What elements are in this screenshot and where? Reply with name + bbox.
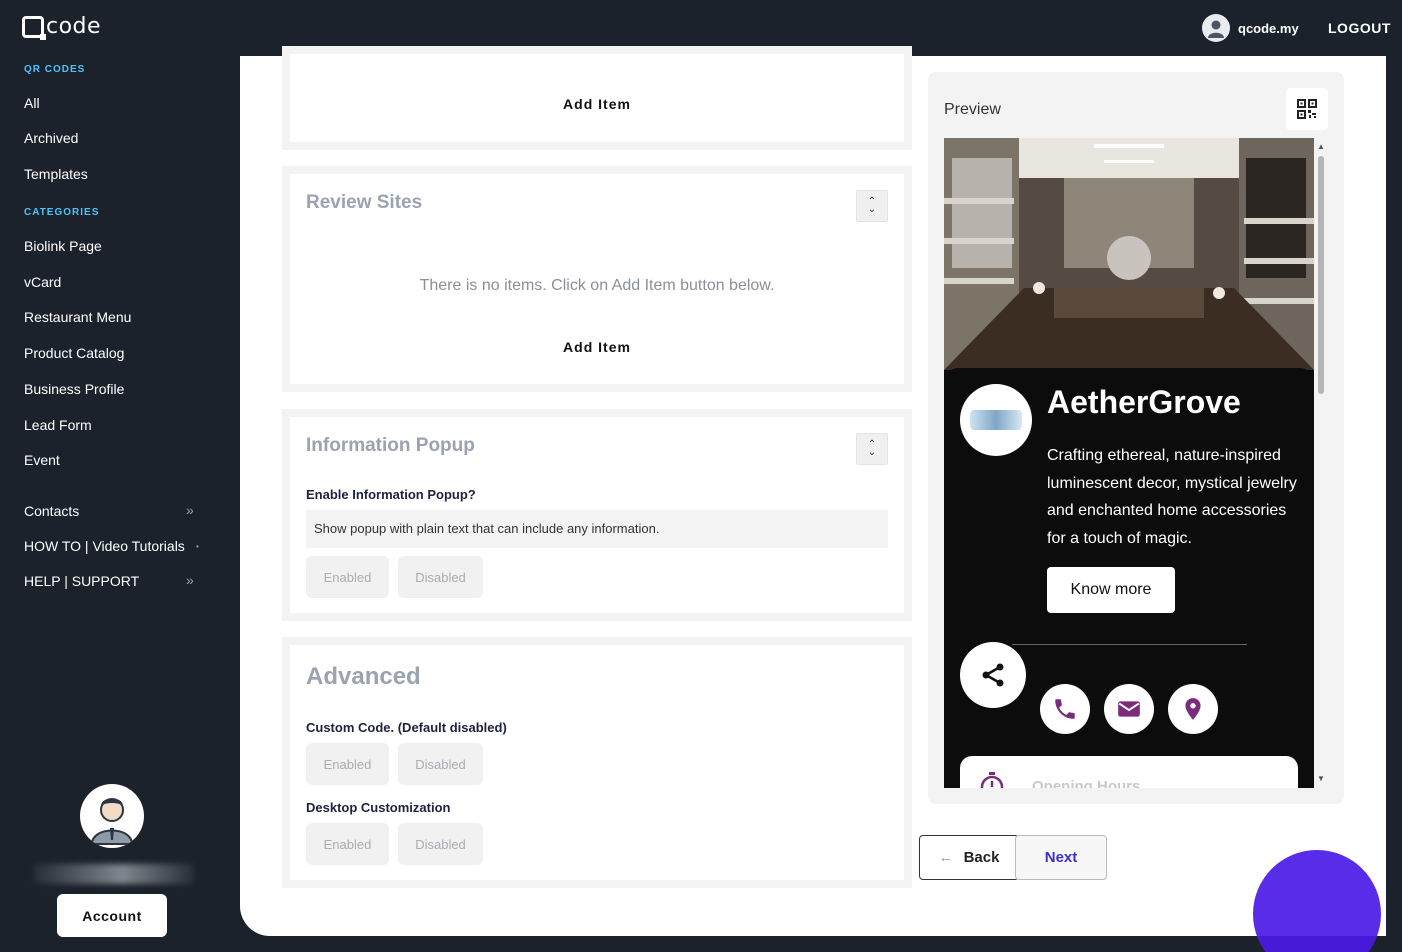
next-button[interactable]: Next [1015, 835, 1107, 880]
popup-help-text: Show popup with plain text that can incl… [306, 510, 888, 548]
enable-popup-label: Enable Information Popup? [306, 487, 476, 502]
help-expand-icon[interactable]: » [186, 572, 194, 588]
categories-section-label: CATEGORIES [24, 207, 100, 218]
phone-button[interactable] [1040, 684, 1090, 734]
business-logo [960, 384, 1032, 456]
add-item-button[interactable]: Add Item [290, 96, 904, 112]
preview-panel: Preview AetherGrove Crafting ethereal, n… [928, 72, 1344, 804]
share-button[interactable] [960, 642, 1026, 708]
sidebar-item-biolink-page[interactable]: Biolink Page [24, 238, 102, 254]
main-content: Add Item Review Sites ⌃ ⌄ There is no ite… [240, 46, 1386, 936]
app-logo[interactable]: code [22, 14, 102, 40]
sidebar-item-templates[interactable]: Templates [24, 166, 88, 182]
tutorials-dot-icon: • [196, 542, 199, 551]
sidebar-item-vcard[interactable]: vCard [24, 274, 61, 290]
logo-mark-icon [22, 15, 46, 40]
sidebar-item-business-profile[interactable]: Business Profile [24, 381, 124, 397]
account-button[interactable]: Account [57, 894, 167, 937]
review-sites-collapse-toggle[interactable]: ⌃ ⌄ [856, 190, 888, 222]
chevron-down-icon: ⌄ [867, 204, 877, 215]
scroll-up-arrow-icon[interactable]: ▲ [1317, 142, 1325, 151]
logout-button[interactable]: LOGOUT [1328, 20, 1391, 36]
items-card: Add Item [282, 46, 912, 150]
share-icon [982, 663, 1004, 687]
logo-text: code [46, 14, 102, 39]
user-avatar-icon [1202, 14, 1230, 42]
shop-cover-image [944, 138, 1314, 370]
back-button[interactable]: ← Back [919, 835, 1019, 880]
know-more-button[interactable]: Know more [1047, 567, 1175, 613]
custom-code-enabled-button[interactable]: Enabled [306, 743, 389, 785]
information-popup-card: Information Popup ⌃ ⌄ Enable Information … [282, 409, 912, 621]
review-sites-add-item-button[interactable]: Add Item [290, 339, 904, 355]
email-button[interactable] [1104, 684, 1154, 734]
chevron-down-icon: ⌄ [867, 447, 877, 458]
scroll-down-arrow-icon[interactable]: ▼ [1317, 774, 1325, 783]
sidebar-item-event[interactable]: Event [24, 452, 60, 468]
desktop-disabled-button[interactable]: Disabled [398, 823, 483, 865]
email-icon [1118, 701, 1140, 717]
preview-scrollbar[interactable]: ▲ ▼ [1316, 138, 1326, 788]
qr-codes-section-label: QR CODES [24, 64, 86, 75]
qr-code-button[interactable] [1286, 88, 1328, 130]
location-pin-icon [1185, 698, 1201, 720]
location-button[interactable] [1168, 684, 1218, 734]
arrow-left-icon: ← [938, 849, 954, 866]
sidebar-item-restaurant-menu[interactable]: Restaurant Menu [24, 309, 131, 325]
review-sites-card: Review Sites ⌃ ⌄ There is no items. Click… [282, 166, 912, 392]
opening-hours-label: Opening Hours [1032, 778, 1141, 788]
stopwatch-icon [980, 772, 1004, 788]
information-popup-collapse-toggle[interactable]: ⌃ ⌄ [856, 433, 888, 465]
sidebar-item-contacts[interactable]: Contacts [24, 503, 79, 519]
sidebar-item-all[interactable]: All [24, 95, 40, 111]
qr-code-icon [1297, 99, 1317, 119]
desktop-enabled-button[interactable]: Enabled [306, 823, 389, 865]
popup-disabled-button[interactable]: Disabled [398, 556, 483, 598]
sidebar-item-lead-form[interactable]: Lead Form [24, 417, 92, 433]
contacts-expand-icon[interactable]: » [186, 502, 194, 518]
account-avatar-icon [80, 784, 144, 848]
sidebar-item-product-catalog[interactable]: Product Catalog [24, 345, 124, 361]
sidebar-item-archived[interactable]: Archived [24, 130, 78, 146]
phone-icon [1055, 699, 1075, 719]
information-popup-title: Information Popup [306, 435, 475, 456]
divider [1012, 644, 1247, 645]
review-sites-empty-message: There is no items. Click on Add Item but… [419, 277, 775, 294]
opening-hours-card[interactable]: Opening Hours [960, 756, 1298, 788]
desktop-customization-label: Desktop Customization [306, 800, 451, 815]
advanced-title: Advanced [306, 663, 421, 690]
advanced-card: Advanced Custom Code. (Default disabled)… [282, 637, 912, 888]
preview-viewport[interactable]: AetherGrove Crafting ethereal, nature-in… [944, 138, 1314, 788]
account-name-blurred [34, 864, 194, 884]
review-sites-title: Review Sites [306, 192, 423, 213]
user-menu[interactable]: qcode.my [1202, 14, 1299, 42]
custom-code-disabled-button[interactable]: Disabled [398, 743, 483, 785]
business-name: AetherGrove [1047, 384, 1241, 420]
business-description: Crafting ethereal, nature-inspired lumin… [1047, 447, 1297, 547]
sidebar-item-help-support[interactable]: HELP | SUPPORT [24, 573, 139, 589]
custom-code-label: Custom Code. (Default disabled) [306, 720, 507, 735]
scroll-thumb[interactable] [1318, 156, 1324, 394]
sidebar-item-video-tutorials[interactable]: HOW TO | Video Tutorials [24, 538, 185, 554]
preview-title: Preview [944, 101, 1001, 118]
popup-enabled-button[interactable]: Enabled [306, 556, 389, 598]
user-name: qcode.my [1238, 20, 1299, 36]
business-card: AetherGrove Crafting ethereal, nature-in… [944, 368, 1314, 788]
